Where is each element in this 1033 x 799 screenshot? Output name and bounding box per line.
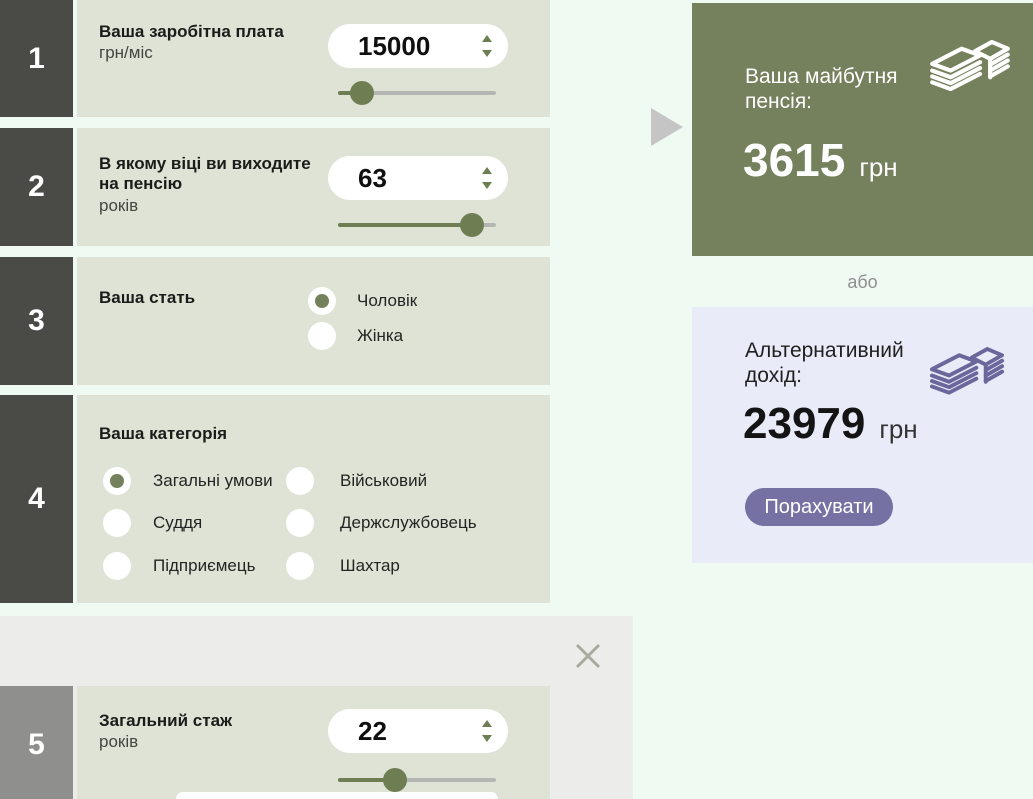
alternative-income-value: 23979 xyxy=(743,399,866,448)
money-stack-icon xyxy=(930,39,1010,92)
step-row-retirement-age: 2 В якому віці ви виходите на пенсію рок… xyxy=(0,128,550,246)
stepper-arrows-icon[interactable] xyxy=(482,166,492,190)
gender-label: Ваша стать xyxy=(99,288,196,307)
alternative-income-value-line: 23979 грн xyxy=(743,399,918,449)
radio-option-label: Чоловік xyxy=(357,291,418,310)
retirement-age-input[interactable]: 63 xyxy=(328,156,508,200)
radio-option-label: Держслужбовець xyxy=(340,513,477,532)
stepper-arrows-icon[interactable] xyxy=(482,719,492,743)
category-label: Ваша категорія xyxy=(99,424,228,443)
stepper-arrows-icon[interactable] xyxy=(482,34,492,58)
partial-element-below xyxy=(176,792,498,799)
radio-option-male[interactable]: Чоловік xyxy=(308,287,508,315)
step-row-category: 4 Ваша категорія Загальні умови Суддя Пі… xyxy=(0,395,550,603)
radio-icon xyxy=(286,552,314,580)
step-number-1: 1 xyxy=(0,0,73,117)
future-pension-value-line: 3615 грн xyxy=(743,135,898,185)
step-number-3: 3 xyxy=(0,257,73,385)
radio-option-label: Суддя xyxy=(153,513,203,532)
salary-unit-label: грн/міс xyxy=(99,43,153,62)
radio-option-miner[interactable]: Шахтар xyxy=(286,552,486,580)
experience-input[interactable]: 22 xyxy=(328,709,508,753)
radio-icon xyxy=(103,509,131,537)
alternative-income-panel: Альтернативний дохід: 23979 грн Порахува… xyxy=(692,307,1033,563)
arrow-right-icon xyxy=(651,108,683,146)
alternative-income-currency: грн xyxy=(879,414,918,444)
step-panel-retirement-age: В якому віці ви виходите на пенсію років… xyxy=(77,128,550,246)
step-row-salary: 1 Ваша заробітна плата грн/міс 15000 xyxy=(0,0,550,117)
retirement-age-slider[interactable] xyxy=(338,213,496,237)
radio-option-label: Шахтар xyxy=(340,556,400,575)
radio-option-entrepreneur[interactable]: Підприємець xyxy=(103,552,278,580)
radio-option-label: Військовий xyxy=(340,471,428,490)
radio-icon xyxy=(103,467,131,495)
step-row-experience: 5 Загальний стаж років 22 xyxy=(0,686,550,799)
radio-option-judge[interactable]: Суддя xyxy=(103,509,278,537)
step-number-2: 2 xyxy=(0,128,73,246)
future-pension-panel: Ваша майбутня пенсія: 3615 грн xyxy=(692,3,1033,256)
future-pension-currency: грн xyxy=(859,152,898,182)
future-pension-title: Ваша майбутня пенсія: xyxy=(745,65,898,113)
experience-label: Загальний стаж xyxy=(99,711,233,730)
radio-option-label: Загальні умови xyxy=(153,471,273,490)
radio-option-label: Підприємець xyxy=(153,556,256,575)
retirement-age-label: В якому віці ви виходите на пенсію xyxy=(99,154,311,193)
radio-icon xyxy=(308,287,336,315)
step-number-5: 5 xyxy=(0,686,73,799)
experience-unit-label: років xyxy=(99,732,139,751)
alternative-income-title: Альтернативний дохід: xyxy=(745,339,904,387)
salary-label: Ваша заробітна плата xyxy=(99,22,284,41)
slider-fill xyxy=(338,223,473,227)
salary-value: 15000 xyxy=(358,31,431,61)
experience-slider[interactable] xyxy=(338,768,496,792)
retirement-age-unit-label: років xyxy=(99,196,139,215)
step-panel-category: Ваша категорія Загальні умови Суддя Підп… xyxy=(77,395,550,603)
radio-option-civil-servant[interactable]: Держслужбовець xyxy=(286,509,486,537)
pension-calculator-page: 1 Ваша заробітна плата грн/міс 15000 2 В… xyxy=(0,0,1033,799)
radio-option-female[interactable]: Жінка xyxy=(308,322,508,350)
step-panel-gender: Ваша стать Чоловік Жінка xyxy=(77,257,550,385)
calculate-button[interactable]: Порахувати xyxy=(745,488,893,526)
step-panel-experience: Загальний стаж років 22 xyxy=(77,686,550,799)
money-stack-icon xyxy=(929,347,1005,395)
radio-option-label: Жінка xyxy=(357,326,404,345)
retirement-age-value: 63 xyxy=(358,163,387,193)
slider-thumb[interactable] xyxy=(382,768,407,792)
or-divider-label: або xyxy=(847,272,878,292)
close-x-icon[interactable] xyxy=(572,640,604,672)
slider-thumb[interactable] xyxy=(349,81,374,105)
radio-icon xyxy=(286,509,314,537)
radio-icon xyxy=(286,467,314,495)
slider-thumb[interactable] xyxy=(460,213,485,237)
experience-value: 22 xyxy=(358,716,387,746)
step-panel-salary: Ваша заробітна плата грн/міс 15000 xyxy=(77,0,550,117)
step-row-gender: 3 Ваша стать Чоловік Жінка xyxy=(0,257,550,385)
radio-option-general[interactable]: Загальні умови xyxy=(103,467,278,495)
radio-icon xyxy=(103,552,131,580)
step-number-4: 4 xyxy=(0,395,73,603)
future-pension-value: 3615 xyxy=(743,134,846,186)
radio-option-military[interactable]: Військовий xyxy=(286,467,486,495)
salary-input[interactable]: 15000 xyxy=(328,24,508,68)
salary-slider[interactable] xyxy=(338,81,496,105)
radio-icon xyxy=(308,322,336,350)
